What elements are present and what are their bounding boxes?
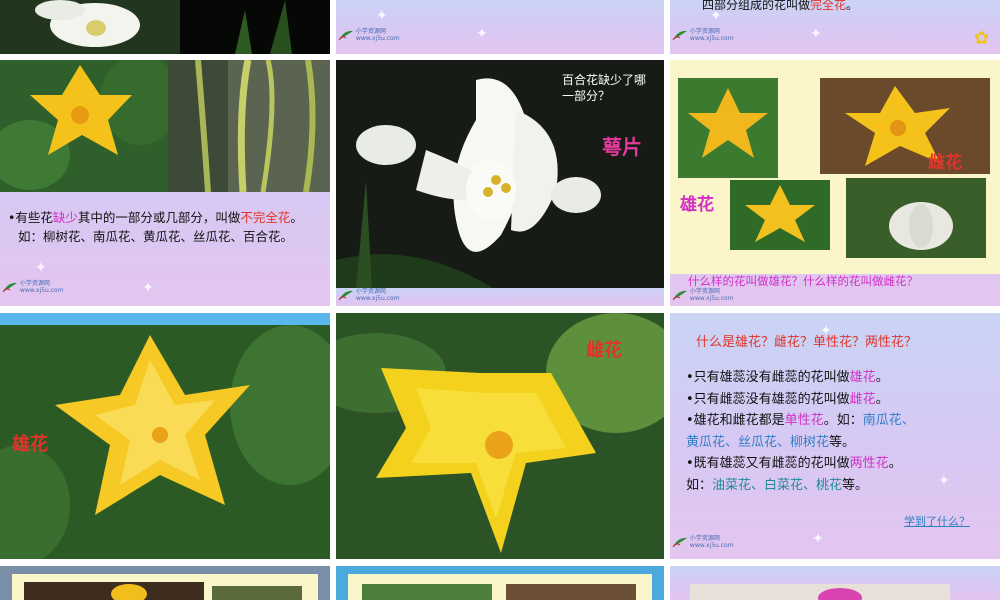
lily-answer-text: 萼片 (602, 135, 642, 159)
pumpkin-photo (846, 178, 986, 258)
lily-photo (0, 0, 330, 54)
lily-question-text: 百合花缺少了哪 一部分？ (562, 73, 647, 103)
flower-photo (690, 584, 950, 600)
slide-male-flower[interactable]: 雄花 (0, 313, 330, 559)
male-flower-photo-2 (730, 180, 830, 250)
star-decoration: ✦ (376, 8, 388, 24)
slide-3-text: 四部分组成的花叫做完全花。 (702, 0, 859, 12)
willow-catkin-photo (168, 60, 330, 192)
star-decoration: ✦ (820, 323, 832, 339)
star-decoration: ✦ (35, 260, 47, 276)
male-flower-large-photo (0, 325, 330, 559)
learned-link[interactable]: 学到了什么？ (904, 513, 970, 529)
female-flower-label: 雌花 (586, 340, 622, 361)
site-logo: 小学资源网 www.xj5u.com (672, 28, 734, 42)
star-decoration: ✦ (476, 26, 488, 42)
slide-thumb-10[interactable] (0, 566, 330, 600)
pumpkin-flower-photo (0, 60, 168, 192)
incomplete-flower-text: •有些花缺少其中的一部分或几部分，叫做不完全花。 如：柳树花、南瓜花、黄瓜花、丝… (8, 210, 303, 244)
flower-icon: ✿ (974, 28, 990, 49)
slide-female-flower[interactable]: 雌花 (336, 313, 664, 559)
flower-photo (24, 582, 204, 600)
flower-photo (212, 586, 302, 600)
slide-thumb-3[interactable]: 四部分组成的花叫做完全花。 ✦ ✦ ✿ 小学资源网 www.xj5u.com (670, 0, 1000, 54)
female-flower-photo (820, 78, 990, 174)
star-decoration: ✦ (810, 26, 822, 42)
male-flower-photo (678, 78, 778, 178)
slide-thumb-2[interactable]: ✦ ✦ 小学资源网 www.xj5u.com (336, 0, 664, 54)
site-logo: 小学资源网 www.xj5u.com (672, 288, 734, 302)
flower-photo (506, 584, 636, 600)
slide-thumb-11[interactable] (336, 566, 664, 600)
site-logo: 小学资源网 www.xj5u.com (338, 28, 400, 42)
female-label: 雌花 (928, 153, 962, 173)
star-decoration: ✦ (710, 8, 722, 24)
slide-incomplete-flower[interactable]: •有些花缺少其中的一部分或几部分，叫做不完全花。 如：柳树花、南瓜花、黄瓜花、丝… (0, 60, 330, 306)
slide-thumb-1[interactable] (0, 0, 330, 54)
slide-summary[interactable]: 什么是雄花？雌花？单性花？两性花？ •只有雄蕊没有雌蕊的花叫做雄花。 •只有雌蕊… (670, 313, 1000, 559)
flower-photo (362, 584, 492, 600)
male-flower-label: 雄花 (12, 434, 48, 455)
site-logo: 小学资源网 www.xj5u.com (338, 288, 400, 302)
male-label: 雄花 (680, 195, 714, 215)
slide-lily-question[interactable]: 百合花缺少了哪 一部分？ 萼片 小学资源网 www.xj5u.com (336, 60, 664, 306)
site-logo: 小学资源网 www.xj5u.com (2, 280, 64, 294)
star-decoration: ✦ (938, 473, 950, 489)
star-decoration: ✦ (142, 280, 154, 296)
site-logo: 小学资源网 www.xj5u.com (672, 535, 734, 549)
star-decoration: ✦ (812, 531, 824, 547)
slide-male-female-question[interactable]: 雌花 雄花 什么样的花叫做雄花？什么样的花叫做雌花？ 小学资源网 www.xj5u… (670, 60, 1000, 306)
summary-title: 什么是雄花？雌花？单性花？两性花？ (696, 335, 918, 350)
slide-thumb-12[interactable] (670, 566, 1000, 600)
